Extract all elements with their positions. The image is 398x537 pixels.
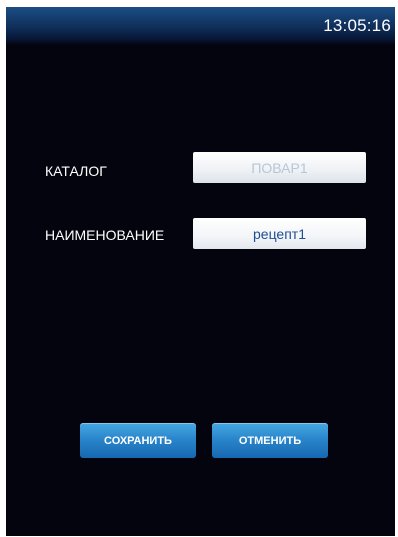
catalog-value: ПОВАР1 <box>251 159 308 176</box>
name-value: рецепт1 <box>253 225 306 242</box>
cancel-button-label: ОТМЕНИТЬ <box>238 434 302 447</box>
name-label: НАИМЕНОВАНИЕ <box>45 227 165 243</box>
device-screen: 13:05:16 КАТАЛОГ ПОВАР1 НАИМЕНОВАНИЕ рец… <box>6 7 395 536</box>
save-button[interactable]: СОХРАНИТЬ <box>80 423 196 458</box>
cancel-button[interactable]: ОТМЕНИТЬ <box>212 423 328 458</box>
catalog-label: КАТАЛОГ <box>45 163 107 179</box>
name-field[interactable]: рецепт1 <box>193 218 366 249</box>
status-bar: 13:05:16 <box>6 7 395 45</box>
catalog-field[interactable]: ПОВАР1 <box>193 152 366 183</box>
save-button-label: СОХРАНИТЬ <box>104 434 172 447</box>
clock: 13:05:16 <box>323 16 391 35</box>
